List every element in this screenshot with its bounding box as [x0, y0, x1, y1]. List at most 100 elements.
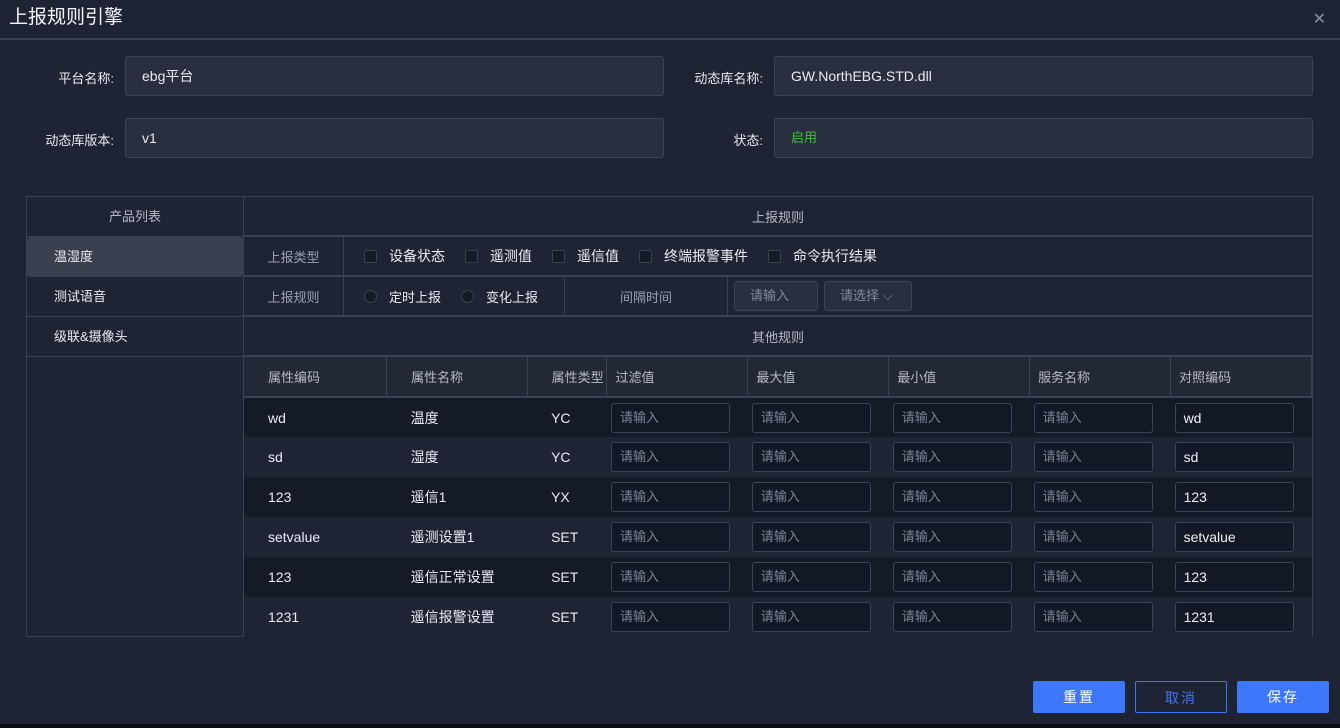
min-input[interactable]: 请输入: [892, 562, 1012, 592]
max-input[interactable]: 请输入: [751, 522, 871, 552]
status-label: 状态:: [733, 133, 763, 148]
platform-field[interactable]: ebg平台: [125, 56, 664, 96]
cell-code: sd: [244, 437, 387, 477]
max-input[interactable]: 请输入: [751, 482, 871, 512]
reset-button[interactable]: 重置: [1033, 681, 1125, 713]
close-icon[interactable]: ✕: [1313, 9, 1326, 29]
type-checkbox[interactable]: 命令执行结果: [768, 246, 877, 266]
filter-input[interactable]: 请输入: [610, 442, 730, 472]
cell-type: SET: [527, 557, 607, 597]
checkbox-icon[interactable]: [465, 249, 478, 263]
interval-input[interactable]: 请输入: [734, 281, 818, 311]
checkbox-label: 终端报警事件: [664, 248, 748, 264]
cell-name: 遥信正常设置: [386, 557, 528, 597]
version-label: 动态库版本:: [45, 133, 114, 148]
radio-icon[interactable]: [461, 289, 475, 303]
service-input[interactable]: 请输入: [1033, 522, 1153, 552]
chevron-down-icon: ⌵: [882, 288, 893, 303]
column-header: 最大值: [747, 357, 890, 398]
radio-label: 变化上报: [486, 289, 539, 305]
type-label: 上报类型: [244, 237, 344, 275]
column-header: 过滤值: [606, 357, 749, 398]
min-input[interactable]: 请输入: [892, 402, 1012, 433]
ref-code-input[interactable]: 123: [1174, 562, 1294, 592]
service-input[interactable]: 请输入: [1033, 482, 1153, 512]
ref-code-input[interactable]: sd: [1174, 442, 1294, 472]
min-input[interactable]: 请输入: [892, 482, 1012, 512]
table-row: 123 遥信正常设置 SET 请输入 请输入 请输入 请输入 123: [244, 557, 1312, 597]
checkbox-label: 设备状态: [389, 248, 445, 264]
cancel-button[interactable]: 取消: [1135, 681, 1227, 713]
filter-input[interactable]: 请输入: [610, 482, 730, 512]
ref-code-input[interactable]: wd: [1174, 402, 1294, 433]
service-input[interactable]: 请输入: [1033, 602, 1153, 632]
other-rules-header: 其他规则: [244, 317, 1312, 357]
save-button[interactable]: 保存: [1237, 681, 1329, 713]
platform-label: 平台名称:: [58, 71, 114, 86]
cell-code: setvalue: [244, 517, 387, 557]
radio-icon[interactable]: [364, 289, 377, 303]
product-item[interactable]: 级联&摄像头: [27, 317, 243, 357]
type-checkbox[interactable]: 设备状态: [364, 246, 445, 266]
bottom-bar: [0, 724, 1340, 728]
version-field[interactable]: v1: [125, 118, 664, 158]
column-header: 属性编码: [244, 357, 388, 398]
table-row: 123 遥信1 YX 请输入 请输入 请输入 请输入 123: [244, 477, 1312, 517]
max-input[interactable]: 请输入: [751, 602, 871, 632]
filter-input[interactable]: 请输入: [610, 602, 730, 632]
cell-code: 123: [244, 477, 387, 517]
service-input[interactable]: 请输入: [1033, 402, 1153, 433]
product-item[interactable]: 测试语音: [27, 277, 243, 317]
cell-name: 温度: [386, 397, 528, 437]
cell-type: SET: [527, 517, 607, 557]
checkbox-icon[interactable]: [768, 249, 781, 263]
column-header: 最小值: [888, 357, 1031, 398]
product-list-header: 产品列表: [27, 197, 243, 237]
ref-code-input[interactable]: setvalue: [1174, 522, 1294, 552]
product-list: 产品列表 温湿度 测试语音 级联&摄像头: [26, 196, 244, 637]
type-checkbox[interactable]: 遥信值: [552, 246, 619, 266]
select-label: 请选择: [840, 288, 880, 303]
cell-code: 123: [244, 557, 387, 597]
service-input[interactable]: 请输入: [1033, 562, 1153, 592]
rule-radio[interactable]: 定时上报: [364, 287, 441, 306]
filter-input[interactable]: 请输入: [610, 522, 730, 552]
column-header: 属性名称: [386, 357, 528, 398]
divider: [0, 38, 1340, 40]
table-row: sd 湿度 YC 请输入 请输入 请输入 请输入 sd: [244, 437, 1312, 477]
checkbox-label: 遥测值: [490, 248, 532, 264]
status-field[interactable]: 启用: [774, 118, 1313, 158]
table-row: setvalue 遥测设置1 SET 请输入 请输入 请输入 请输入 setvalue: [244, 517, 1312, 557]
ref-code-input[interactable]: 1231: [1174, 602, 1294, 632]
cell-code: 1231: [244, 597, 387, 637]
product-item[interactable]: 温湿度: [27, 237, 243, 277]
min-input[interactable]: 请输入: [892, 602, 1012, 632]
min-input[interactable]: 请输入: [892, 442, 1012, 472]
lib-label: 动态库名称:: [694, 71, 763, 86]
filter-input[interactable]: 请输入: [610, 562, 730, 592]
checkbox-icon[interactable]: [639, 249, 652, 263]
max-input[interactable]: 请输入: [751, 562, 871, 592]
filter-input[interactable]: 请输入: [610, 402, 730, 433]
min-input[interactable]: 请输入: [892, 522, 1012, 552]
interval-label: 间隔时间: [565, 277, 728, 315]
lib-field[interactable]: GW.NorthEBG.STD.dll: [774, 56, 1313, 96]
column-header: 服务名称: [1029, 357, 1172, 398]
cell-type: SET: [527, 597, 607, 637]
column-header: 属性类型: [527, 357, 608, 398]
attribute-table: 属性编码 属性名称 属性类型 过滤值 最大值 最小值 服务名称 对照编码 wd 温度 YC 请输入请…: [244, 357, 1312, 637]
checkbox-icon[interactable]: [552, 249, 565, 263]
cell-type: YC: [527, 437, 607, 477]
service-input[interactable]: 请输入: [1033, 442, 1153, 472]
type-checkbox[interactable]: 终端报警事件: [639, 246, 748, 266]
radio-label: 定时上报: [389, 289, 442, 305]
interval-unit-select[interactable]: 请选择 ⌵: [824, 281, 912, 311]
rule-radio[interactable]: 变化上报: [461, 287, 538, 306]
ref-code-input[interactable]: 123: [1174, 482, 1294, 512]
checkbox-icon[interactable]: [364, 249, 377, 263]
cell-name: 遥信报警设置: [386, 597, 528, 637]
max-input[interactable]: 请输入: [751, 402, 871, 433]
cell-name: 遥测设置1: [386, 517, 528, 557]
max-input[interactable]: 请输入: [751, 442, 871, 472]
type-checkbox[interactable]: 遥测值: [465, 246, 532, 266]
